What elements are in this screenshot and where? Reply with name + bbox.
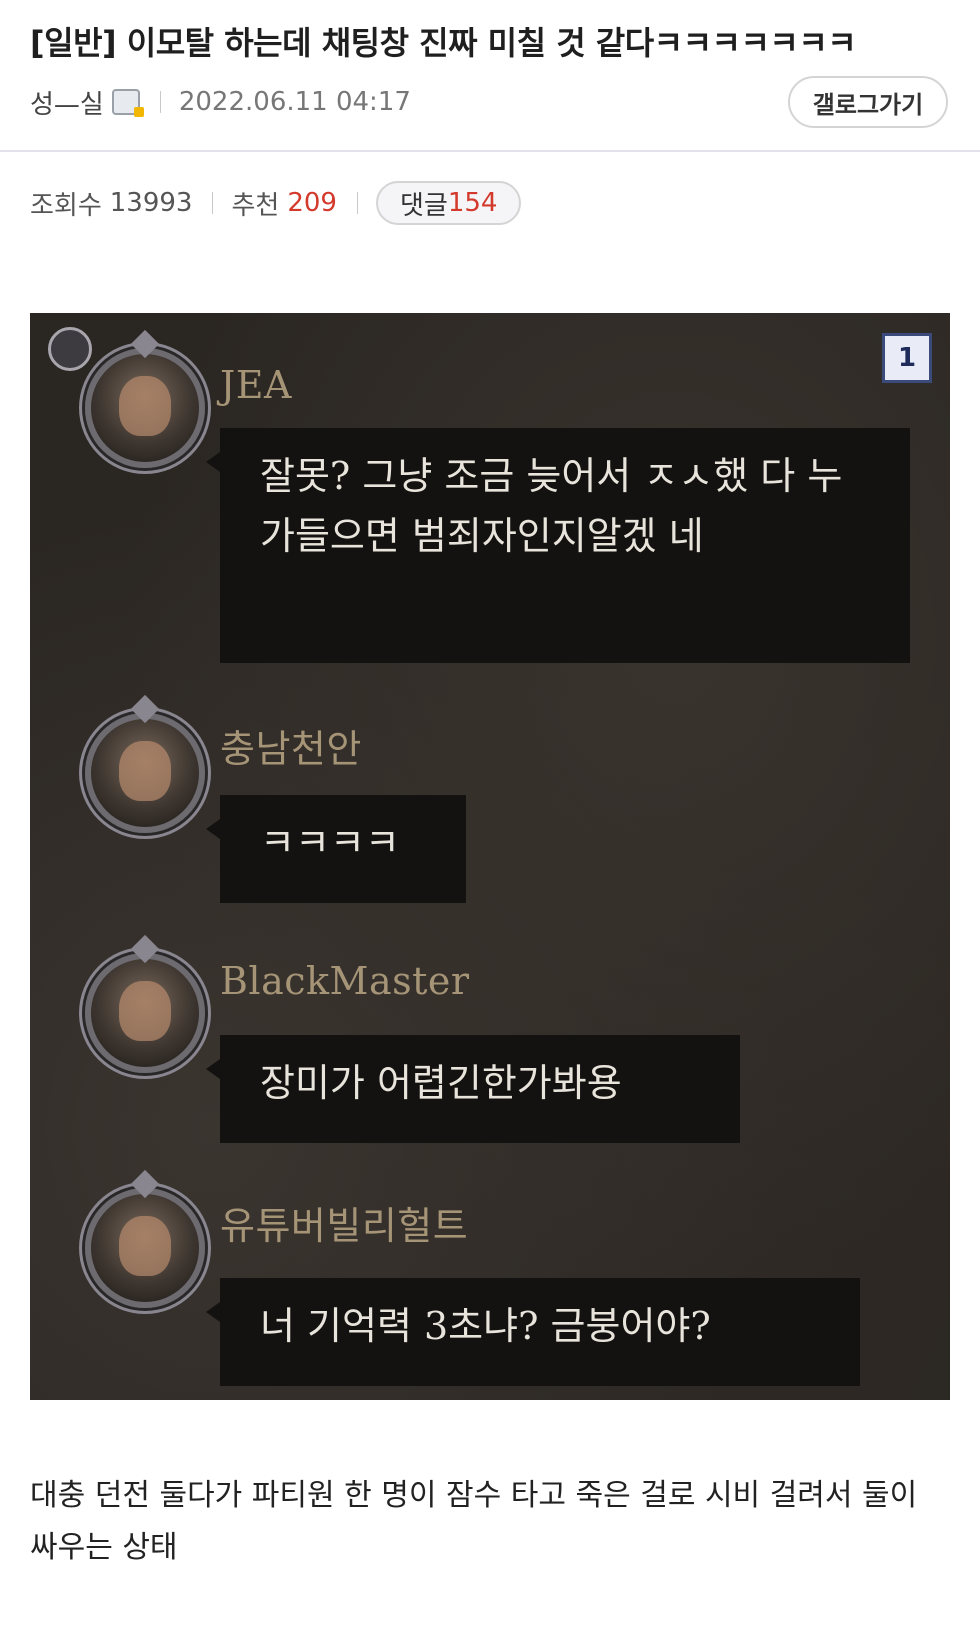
comments-button[interactable]: 댓글 154 — [375, 181, 522, 225]
views-count: 13993 — [109, 188, 193, 218]
meta-divider — [159, 91, 161, 113]
gallog-button[interactable]: 갤로그가기 — [788, 76, 948, 128]
chat-username: BlackMaster — [220, 959, 470, 1003]
recommend-label: 추천 — [231, 190, 280, 221]
stats-divider — [356, 192, 358, 214]
author-name[interactable]: 성—실 — [30, 84, 104, 121]
member-badge-icon — [111, 89, 144, 117]
chat-username: JEA — [220, 363, 292, 407]
game-chat-screenshot: 1 JEA 잘못? 그냥 조금 늦어서 ㅈㅅ했 다 누가들으면 범죄자인지알겠 … — [30, 313, 950, 1400]
recommend-count: 209 — [287, 188, 337, 218]
post-stats: 조회수 13993 추천 209 댓글 154 — [30, 180, 522, 226]
avatar — [85, 1188, 205, 1308]
comments-count: 154 — [447, 188, 498, 218]
chat-message: ㅋㅋㅋㅋ — [206, 795, 466, 903]
post-meta: 성—실 2022.06.11 04:17 — [30, 82, 411, 122]
post-body-text: 대충 던전 둘다가 파티원 한 명이 잠수 타고 죽은 걸로 시비 걸려서 둘이… — [30, 1478, 918, 1565]
guild-emblem-icon — [48, 327, 92, 371]
stats-divider — [212, 192, 214, 214]
chat-username: 유튜버빌리헐트 — [220, 1204, 469, 1248]
post-date: 2022.06.11 04:17 — [178, 87, 411, 117]
avatar — [85, 953, 205, 1073]
views-label: 조회수 — [30, 190, 102, 221]
chat-message: 장미가 어렵긴한가봐용 — [206, 1035, 740, 1143]
header-divider — [0, 150, 980, 152]
comments-label: 댓글 — [399, 190, 448, 221]
post-title: [일반] 이모탈 하는데 채팅창 진짜 미칠 것 같다ㅋㅋㅋㅋㅋㅋㅋ — [30, 24, 857, 62]
chat-message: 잘못? 그냥 조금 늦어서 ㅈㅅ했 다 누가들으면 범죄자인지알겠 네 — [206, 428, 910, 663]
chat-message: 너 기억력 3초냐? 금붕어야? — [206, 1278, 860, 1386]
avatar — [85, 348, 205, 468]
chat-username: 충남천안 — [220, 727, 362, 771]
image-page-number: 1 — [882, 333, 932, 383]
avatar — [85, 713, 205, 833]
